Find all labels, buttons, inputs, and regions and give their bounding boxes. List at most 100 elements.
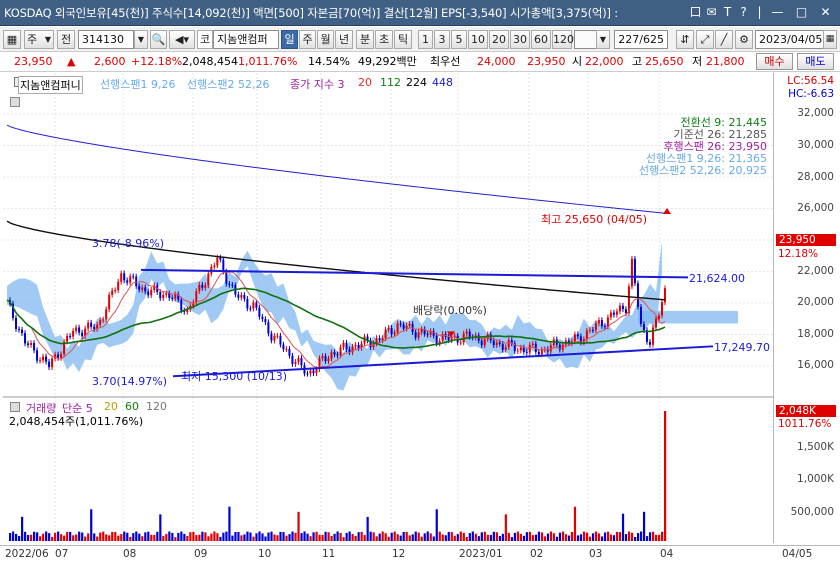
mail-icon[interactable]: ✉ <box>704 4 719 21</box>
candle-body <box>249 308 252 310</box>
legend-span1[interactable]: 선행스팬1 9,26 <box>100 76 175 92</box>
calendar-icon[interactable]: ▦ <box>823 30 837 49</box>
volume-bar <box>30 534 33 541</box>
date-axis[interactable]: 2022/06 07 08 09 10 11 12 2023/01 02 03 … <box>0 545 840 564</box>
candle-body <box>219 257 222 260</box>
interval-20[interactable]: 20 <box>489 30 509 49</box>
volume-bar <box>468 533 471 541</box>
period-tab-tick[interactable]: 틱 <box>394 30 412 49</box>
stock-name-field[interactable]: 지놈앤컴퍼 <box>213 30 279 49</box>
candle-body <box>633 258 636 284</box>
interval-1[interactable]: 1 <box>418 30 433 49</box>
period-tab-week[interactable]: 주 <box>299 30 316 49</box>
text-icon[interactable]: T <box>720 4 735 21</box>
candle-body <box>291 355 294 365</box>
layout-icon[interactable]: 口 <box>688 4 703 21</box>
candle-body <box>168 293 171 299</box>
candle-body <box>108 294 111 310</box>
volume-legend-ma120[interactable]: 120 <box>146 400 167 413</box>
volume-bar <box>642 511 646 541</box>
interval-30[interactable]: 30 <box>510 30 530 49</box>
interval-120[interactable]: 120 <box>552 30 574 49</box>
grid-icon[interactable]: ▦ <box>3 30 21 49</box>
minimize-icon[interactable]: — <box>770 4 785 21</box>
candle-body <box>279 335 282 345</box>
bar-count-field[interactable]: 227/625 <box>614 30 668 49</box>
split-icon[interactable]: ⇵ <box>676 30 694 49</box>
candle-body <box>588 329 591 331</box>
volume-bar <box>9 532 12 541</box>
volume-bar <box>627 531 631 541</box>
legend-ma112[interactable]: 112 <box>380 76 401 89</box>
legend-span2[interactable]: 선행스팬2 52,26 <box>187 76 269 92</box>
candle-body <box>654 318 657 328</box>
sound-icon[interactable]: ◀▾ <box>169 30 195 49</box>
legend-ma-label[interactable]: 종가 지수 3 <box>290 76 344 92</box>
period-tab-minute[interactable]: 분 <box>356 30 374 49</box>
legend-stock-name[interactable]: 지놈앤컴퍼니 <box>18 76 83 94</box>
high-annotation: 최고 25,650 (04/05) <box>541 213 648 226</box>
close-icon[interactable]: ✕ <box>818 4 833 21</box>
interval-3[interactable]: 3 <box>434 30 450 49</box>
candle-body <box>387 327 390 330</box>
sell-button[interactable]: 매도 <box>797 53 834 70</box>
interval-5[interactable]: 5 <box>451 30 467 49</box>
candle-body <box>576 334 579 337</box>
volume-bar <box>456 534 459 541</box>
market-select[interactable]: 주 ▼ <box>24 30 54 49</box>
search-icon[interactable]: 🔍 <box>150 30 167 49</box>
candle-body <box>198 284 201 292</box>
volume-bar <box>192 531 195 541</box>
maximize-icon[interactable]: □ <box>794 4 809 21</box>
volume-legend-ma20[interactable]: 20 <box>104 400 118 413</box>
volume-bar <box>324 531 327 541</box>
chart-option-icon[interactable] <box>10 97 20 107</box>
volume-bar <box>99 532 102 541</box>
interval-60[interactable]: 60 <box>531 30 551 49</box>
help-icon[interactable]: ? <box>736 4 751 21</box>
legend-ma20[interactable]: 20 <box>358 76 372 89</box>
volume-option-icon[interactable] <box>10 402 20 412</box>
candle-body <box>60 354 63 359</box>
high-price: 25,650 <box>645 55 684 68</box>
drawing-icon[interactable]: ╱ <box>715 30 733 49</box>
candle-body <box>300 358 303 366</box>
period-tab-day[interactable]: 일 <box>281 30 298 49</box>
date-label: 2023/01 <box>459 548 503 560</box>
price-axis[interactable]: LC:56.54 HC:-6.63 32,000 30,000 28,000 2… <box>773 73 840 543</box>
candle-body <box>660 302 663 316</box>
volume-bar <box>447 531 450 541</box>
candle-body <box>294 361 297 365</box>
settings-icon[interactable]: ⚙ <box>735 30 753 49</box>
interval-dropdown-icon[interactable]: ▼ <box>596 30 610 49</box>
stock-chart[interactable] <box>3 73 773 543</box>
volume-bar <box>351 533 354 541</box>
period-tab-month[interactable]: 월 <box>317 30 334 49</box>
stock-code-input[interactable]: 314130 <box>78 30 134 49</box>
legend-ma448[interactable]: 448 <box>432 76 453 89</box>
code-dropdown-icon[interactable]: ▼ <box>134 30 148 49</box>
volume-bar <box>81 532 84 541</box>
period-tab-second[interactable]: 초 <box>375 30 393 49</box>
volume-bar <box>75 534 78 541</box>
date-field[interactable]: 2023/04/05 <box>755 30 825 49</box>
candle-body <box>330 352 333 359</box>
candle-body <box>27 343 30 346</box>
candle-body <box>258 307 261 317</box>
volume-bar <box>210 533 213 541</box>
buy-button[interactable]: 매수 <box>756 53 793 70</box>
period-tab-year[interactable]: 년 <box>335 30 353 49</box>
legend-ma224[interactable]: 224 <box>406 76 427 89</box>
volume-bar <box>591 533 595 541</box>
interval-10[interactable]: 10 <box>468 30 488 49</box>
candle-body <box>405 325 408 329</box>
candle-body <box>237 294 240 298</box>
volume-bar <box>492 531 495 541</box>
candle-body <box>180 299 183 311</box>
date-label: 2022/06 <box>5 548 49 560</box>
volume-bar <box>321 534 324 541</box>
volume-legend-ma60[interactable]: 60 <box>125 400 139 413</box>
tool-icon[interactable]: ⤢ <box>696 30 714 49</box>
low-annotation: 최저 15,300 (10/13) <box>181 370 288 383</box>
seq-button[interactable]: 전 <box>57 30 75 49</box>
